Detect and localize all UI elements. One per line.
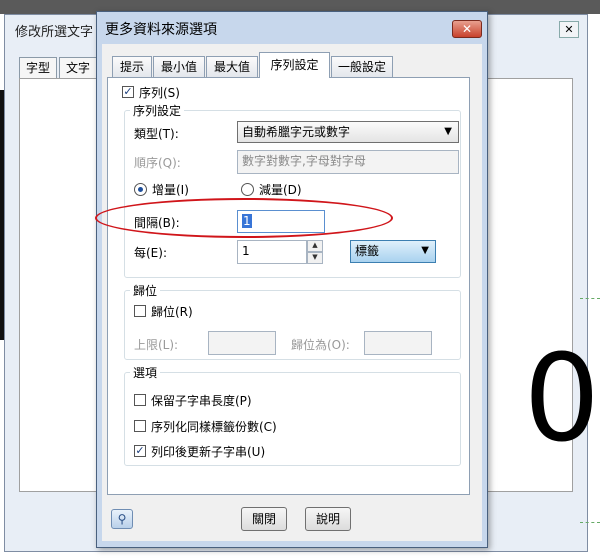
order-label: 順序(Q):: [134, 156, 181, 170]
close-button[interactable]: 關閉: [241, 507, 287, 531]
help-icon[interactable]: ⚲: [111, 509, 133, 529]
tab-serial-settings[interactable]: 序列設定: [259, 52, 330, 78]
dialog-close-icon[interactable]: ✕: [452, 20, 482, 38]
keep-length-label: 保留子字串長度(P): [151, 394, 252, 408]
update-after-print-checkbox[interactable]: ✓: [134, 445, 146, 457]
every-label: 每(E):: [134, 246, 167, 260]
canvas-digit: 0: [523, 330, 600, 469]
background-close-icon[interactable]: ✕: [559, 21, 579, 38]
reset-checkbox[interactable]: [134, 305, 146, 317]
every-unit-value: 標籤: [355, 244, 380, 258]
serial-settings-pane: ✓ 序列(S) 序列設定 類型(T): 自動希臘字元或數字 ▼ 順序(Q): 數…: [107, 77, 470, 495]
reset-to-field[interactable]: [364, 331, 432, 355]
background-tab-font[interactable]: 字型: [19, 57, 58, 78]
increment-label: 增量(I): [152, 183, 189, 197]
serialize-copies-checkbox[interactable]: [134, 420, 146, 432]
highlight-annotation: [95, 198, 393, 238]
spin-up-icon[interactable]: ▲: [307, 240, 323, 252]
background-tab-text[interactable]: 文字: [59, 57, 98, 78]
guide-line: [580, 522, 600, 523]
type-select[interactable]: 自動希臘字元或數字 ▼: [237, 121, 459, 143]
guide-line: [580, 298, 600, 299]
chevron-down-icon: ▼: [421, 245, 429, 256]
spin-down-icon[interactable]: ▼: [307, 252, 323, 264]
reset-checkbox-label: 歸位(R): [151, 305, 193, 319]
tab-maximum[interactable]: 最大值: [206, 56, 258, 77]
update-after-print-label: 列印後更新子字串(U): [151, 445, 266, 459]
reset-to-label: 歸位為(O):: [291, 338, 350, 352]
keep-length-checkbox[interactable]: [134, 394, 146, 406]
options-legend: 選項: [130, 364, 161, 381]
upper-limit-field[interactable]: [208, 331, 276, 355]
serialize-copies-label: 序列化同樣標籤份數(C): [151, 420, 277, 434]
serial-settings-legend: 序列設定: [130, 102, 185, 119]
upper-limit-label: 上限(L):: [134, 338, 179, 352]
every-field[interactable]: 1: [237, 240, 307, 264]
increment-radio[interactable]: [134, 183, 147, 196]
serial-checkbox-label: 序列(S): [139, 86, 180, 100]
tab-minimum[interactable]: 最小值: [153, 56, 205, 77]
chevron-down-icon: ▼: [444, 126, 452, 137]
dialog-title: 更多資料來源選項: [105, 22, 217, 38]
tab-general[interactable]: 一般設定: [331, 56, 393, 77]
decrement-radio[interactable]: [241, 183, 254, 196]
help-button[interactable]: 說明: [305, 507, 351, 531]
decrement-label: 減量(D): [259, 183, 302, 197]
serial-checkbox[interactable]: ✓: [122, 86, 134, 98]
order-field[interactable]: 數字對數字,字母對字母: [237, 150, 459, 174]
tab-prompt[interactable]: 提示: [112, 56, 152, 77]
data-source-options-dialog: 更多資料來源選項 ✕ 提示 最小值 最大值 一般設定 ✓ 序列(S) 序列設定 …: [96, 11, 488, 548]
reset-legend: 歸位: [130, 282, 161, 299]
type-label: 類型(T):: [134, 127, 179, 141]
every-unit-select[interactable]: 標籤 ▼: [350, 240, 436, 263]
dialog-body: 提示 最小值 最大值 一般設定 ✓ 序列(S) 序列設定 類型(T): 自動希臘…: [102, 44, 482, 541]
background-window-title: 修改所選文字: [15, 25, 94, 40]
type-select-value: 自動希臘字元或數字: [242, 125, 351, 139]
